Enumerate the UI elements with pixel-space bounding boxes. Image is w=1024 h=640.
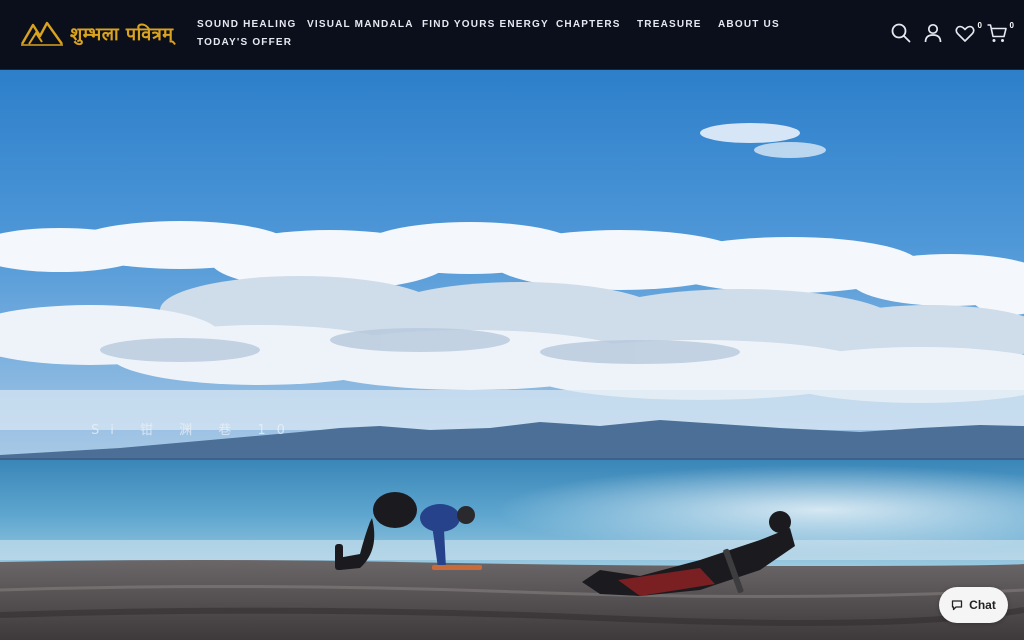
nav-about-us[interactable]: ABOUT US	[718, 19, 780, 30]
wishlist-count-badge: 0	[977, 21, 982, 30]
brand-logo[interactable]: शुम्भला पवित्रम्	[20, 16, 174, 50]
search-icon[interactable]	[890, 22, 912, 44]
nav-treasure[interactable]: TREASURE	[637, 19, 702, 30]
nav-visual-mandala[interactable]: VISUAL MANDALA	[307, 19, 414, 30]
nav-chapters[interactable]: CHAPTERS	[556, 19, 621, 30]
chat-bubble-icon	[952, 600, 963, 611]
hero-banner: Si 钳 渊 巷 10	[0, 70, 1024, 640]
chat-button[interactable]: Chat	[939, 587, 1008, 623]
header-actions: 0 0	[890, 21, 1014, 46]
chat-label: Chat	[969, 598, 996, 612]
mountain-logo-icon	[20, 21, 63, 46]
nav-sound-healing[interactable]: SOUND HEALING	[197, 19, 297, 30]
hero-watermark: Si 钳 渊 巷 10	[91, 423, 296, 438]
cart-count-badge: 0	[1009, 21, 1014, 30]
heart-icon[interactable]: 0	[954, 21, 982, 44]
nav-todays-offer[interactable]: TODAY'S OFFER	[197, 37, 292, 48]
cart-icon[interactable]: 0	[986, 21, 1014, 44]
hero-image	[0, 70, 1024, 640]
brand-name: शुम्भला पवित्रम्	[70, 24, 174, 45]
user-icon[interactable]	[922, 22, 944, 44]
site-header: शुम्भला पवित्रम् SOUND HEALING VISUAL MA…	[0, 0, 1024, 70]
nav-find-yours-energy[interactable]: FIND YOURS ENERGY	[422, 19, 549, 30]
